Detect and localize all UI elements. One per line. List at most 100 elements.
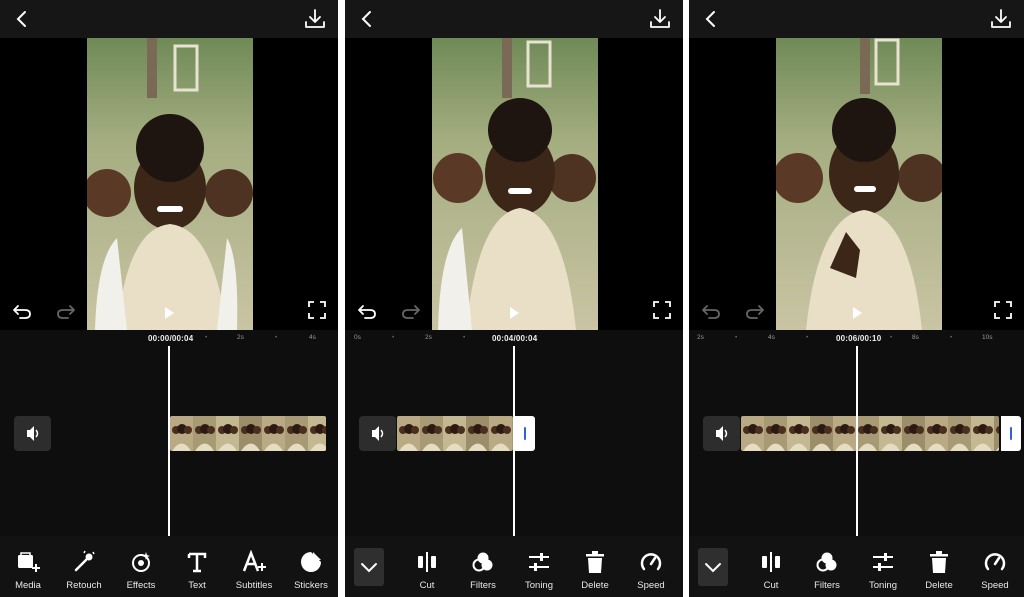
clip-thumbnail — [466, 416, 489, 451]
play-icon[interactable] — [507, 306, 521, 320]
tool-filters[interactable]: Filters — [456, 550, 510, 591]
collapse-chevron-icon[interactable] — [698, 548, 728, 586]
effects-icon — [132, 552, 150, 572]
video-frame[interactable] — [87, 38, 253, 330]
video-preview — [689, 38, 1024, 330]
speed-gauge-icon — [640, 553, 662, 571]
ruler-tick: 4s — [768, 334, 775, 341]
clip-thumbnail — [833, 416, 856, 451]
tool-delete[interactable]: Delete — [912, 550, 966, 591]
timecode: 00:00/00:04 — [148, 334, 194, 343]
editor-screen-clip-2: 2s • 4s • 00:06/00:10 • 8s • 10s Cut Fil… — [689, 0, 1024, 597]
ruler-tick: 2s — [697, 334, 704, 341]
toning-sliders-icon — [873, 553, 893, 571]
tool-speed[interactable]: Speed — [968, 550, 1022, 591]
ruler-tick: 2s — [237, 334, 244, 341]
undo-icon[interactable] — [357, 301, 377, 321]
clip-thumbnail — [787, 416, 810, 451]
clip-thumbnail — [925, 416, 948, 451]
redo-icon[interactable] — [56, 301, 76, 321]
video-preview — [345, 38, 683, 330]
volume-icon[interactable] — [703, 416, 740, 451]
download-icon[interactable] — [647, 6, 673, 32]
playhead[interactable] — [513, 346, 515, 536]
timecode: 00:04/00:04 — [492, 334, 538, 343]
clip-thumbnail — [879, 416, 902, 451]
back-arrow-icon[interactable] — [355, 7, 379, 31]
tool-stickers[interactable]: Stickers — [284, 550, 338, 591]
video-frame[interactable] — [776, 38, 942, 330]
editor-screen-clip-1: 0s • 2s • 00:04/00:04 Cut Filters Toning… — [345, 0, 683, 597]
ruler-tick: 2s — [425, 334, 432, 341]
bottom-toolbar: Cut Filters Toning Delete Speed — [689, 536, 1024, 597]
cut-icon — [762, 552, 780, 572]
redo-icon[interactable] — [745, 301, 765, 321]
sticker-icon — [301, 552, 321, 572]
clip-thumbnail-strip[interactable] — [170, 416, 326, 451]
bottom-toolbar: Cut Filters Toning Delete Speed — [345, 536, 683, 597]
download-icon[interactable] — [302, 6, 328, 32]
playhead[interactable] — [168, 346, 170, 536]
tool-cut[interactable]: Cut — [744, 550, 798, 591]
clip-thumbnail — [262, 416, 285, 451]
clip-thumbnail — [948, 416, 971, 451]
tool-toning[interactable]: Toning — [856, 550, 910, 591]
tool-filters[interactable]: Filters — [800, 550, 854, 591]
tool-cut[interactable]: Cut — [400, 550, 454, 591]
fullscreen-icon[interactable] — [653, 301, 671, 319]
video-preview — [0, 38, 338, 330]
cut-icon — [418, 552, 436, 572]
tool-subtitles[interactable]: Subtitles — [227, 550, 281, 591]
fullscreen-icon[interactable] — [994, 301, 1012, 319]
clip-thumbnail — [810, 416, 833, 451]
filters-icon — [816, 552, 837, 572]
ruler-tick: 10s — [982, 334, 993, 341]
tool-effects[interactable]: Effects — [114, 550, 168, 591]
toning-sliders-icon — [529, 553, 549, 571]
back-arrow-icon[interactable] — [10, 7, 34, 31]
text-icon — [187, 552, 207, 573]
clip-thumbnail-strip[interactable] — [397, 416, 513, 451]
play-icon[interactable] — [850, 306, 864, 320]
volume-icon[interactable] — [14, 416, 51, 451]
magic-wand-icon — [74, 550, 95, 572]
clip-thumbnail — [285, 416, 308, 451]
tool-retouch[interactable]: Retouch — [57, 550, 111, 591]
tool-delete[interactable]: Delete — [568, 550, 622, 591]
play-icon[interactable] — [162, 306, 176, 320]
trash-icon — [930, 551, 948, 573]
top-bar — [0, 0, 338, 38]
video-frame[interactable] — [432, 38, 598, 330]
clip-thumbnail — [489, 416, 512, 451]
time-ruler: 0s • 2s • 00:04/00:04 — [354, 334, 538, 343]
tool-text[interactable]: Text — [170, 550, 224, 591]
volume-icon[interactable] — [359, 416, 396, 451]
trim-handle[interactable] — [1001, 416, 1021, 451]
clip-thumbnail — [764, 416, 787, 451]
tool-toning[interactable]: Toning — [512, 550, 566, 591]
time-ruler: 2s • 4s • 00:06/00:10 • 8s • 10s — [697, 334, 993, 343]
undo-icon[interactable] — [701, 301, 721, 321]
clip-thumbnail-strip[interactable] — [741, 416, 999, 451]
trim-handle[interactable] — [515, 416, 535, 451]
clip-thumbnail — [443, 416, 466, 451]
redo-icon[interactable] — [401, 301, 421, 321]
editor-screen-main: 00:00/00:04 • 2s • 4s Media Retouch Effe… — [0, 0, 338, 597]
download-icon[interactable] — [988, 6, 1014, 32]
clip-thumbnail — [741, 416, 764, 451]
clip-thumbnail — [170, 416, 193, 451]
undo-icon[interactable] — [12, 301, 32, 321]
tool-speed[interactable]: Speed — [624, 550, 678, 591]
clip-thumbnail — [856, 416, 879, 451]
clip-thumbnail — [308, 416, 326, 451]
clip-thumbnail — [216, 416, 239, 451]
fullscreen-icon[interactable] — [308, 301, 326, 319]
tool-media[interactable]: Media — [1, 550, 55, 591]
trash-icon — [586, 551, 604, 573]
back-arrow-icon[interactable] — [699, 7, 723, 31]
clip-thumbnail — [971, 416, 994, 451]
bottom-toolbar: Media Retouch Effects Text Subtitles Sti… — [0, 536, 338, 597]
clip-thumbnail — [193, 416, 216, 451]
playhead[interactable] — [856, 346, 858, 536]
collapse-chevron-icon[interactable] — [354, 548, 384, 586]
